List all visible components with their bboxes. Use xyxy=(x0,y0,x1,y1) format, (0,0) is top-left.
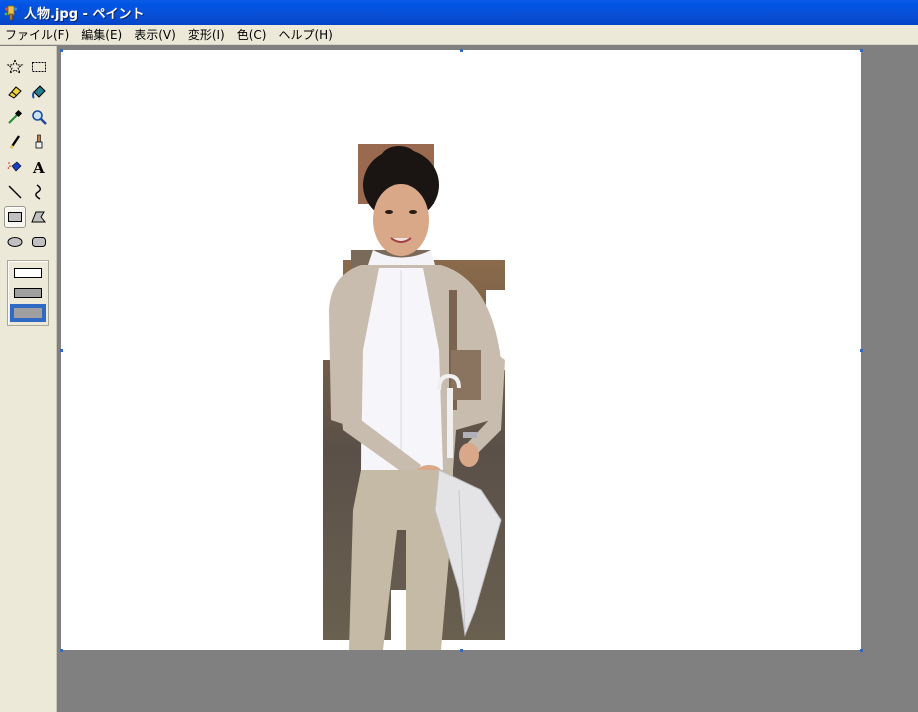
resize-handle-top-left[interactable] xyxy=(60,49,63,52)
ellipse-icon xyxy=(7,237,23,247)
rectangle-tool[interactable] xyxy=(4,206,26,228)
star-select-icon xyxy=(6,58,24,75)
canvas-workspace[interactable] xyxy=(57,46,918,712)
eyedropper-icon xyxy=(8,109,23,124)
line-icon xyxy=(8,185,22,199)
eraser-tool[interactable] xyxy=(4,81,26,103)
resize-handle-mid-left[interactable] xyxy=(60,349,63,352)
ellipse-tool[interactable] xyxy=(4,231,26,253)
resize-handle-bottom-left[interactable] xyxy=(60,649,63,652)
resize-handle-top-right[interactable] xyxy=(860,49,863,52)
title-bar[interactable]: 人物.jpg - ペイント xyxy=(0,0,918,25)
line-tool[interactable] xyxy=(4,181,26,203)
fill-style-outline-fill[interactable] xyxy=(10,284,46,302)
menu-help[interactable]: ヘルプ(H) xyxy=(272,26,338,43)
brush-tool[interactable] xyxy=(28,131,50,153)
menu-image[interactable]: 変形(I) xyxy=(182,26,231,43)
polygon-tool[interactable] xyxy=(28,206,50,228)
curve-icon xyxy=(35,184,41,200)
person-photo xyxy=(323,144,511,650)
resize-handle-bottom-mid[interactable] xyxy=(460,649,463,652)
airbrush-icon xyxy=(7,161,22,172)
paint-bucket-icon xyxy=(32,85,46,99)
drawing-canvas[interactable] xyxy=(61,50,861,650)
text-a-icon: A xyxy=(32,159,45,176)
magnifier-tool[interactable] xyxy=(28,106,50,128)
rounded-rect-icon xyxy=(32,237,46,247)
outline-fill-swatch-icon xyxy=(14,288,42,298)
fill-style-outline[interactable] xyxy=(10,264,46,282)
svg-text:A: A xyxy=(32,159,45,176)
rounded-rect-tool[interactable] xyxy=(28,231,50,253)
polygon-icon xyxy=(31,211,47,223)
menu-view[interactable]: 表示(V) xyxy=(128,26,182,43)
fill-swatch-icon xyxy=(14,308,42,318)
paint-app-icon[interactable] xyxy=(3,5,19,21)
resize-handle-mid-right[interactable] xyxy=(860,349,863,352)
brush-icon xyxy=(35,134,43,149)
free-form-select-tool[interactable] xyxy=(4,56,26,78)
pencil-tool[interactable] xyxy=(4,131,26,153)
menu-file[interactable]: ファイル(F) xyxy=(0,26,75,43)
curve-tool[interactable] xyxy=(28,181,50,203)
menu-edit[interactable]: 編集(E) xyxy=(75,26,128,43)
outline-swatch-icon xyxy=(14,268,42,278)
tool-box: A xyxy=(0,46,57,712)
fill-tool[interactable] xyxy=(28,81,50,103)
dashed-rect-icon xyxy=(32,62,46,72)
fill-style-options xyxy=(7,260,49,326)
pick-color-tool[interactable] xyxy=(4,106,26,128)
menu-colors[interactable]: 色(C) xyxy=(231,26,273,43)
rectangle-icon xyxy=(8,212,22,222)
rect-select-tool[interactable] xyxy=(28,56,50,78)
pencil-icon xyxy=(9,135,20,149)
airbrush-tool[interactable] xyxy=(4,156,26,178)
magnifier-icon xyxy=(32,110,47,125)
resize-handle-top-mid[interactable] xyxy=(460,49,463,52)
window-title: 人物.jpg - ペイント xyxy=(24,7,145,22)
eraser-icon xyxy=(8,86,22,99)
menu-bar: ファイル(F) 編集(E) 表示(V) 変形(I) 色(C) ヘルプ(H) xyxy=(0,25,918,45)
text-tool[interactable]: A xyxy=(28,156,50,178)
resize-handle-bottom-right[interactable] xyxy=(860,649,863,652)
fill-style-fill[interactable] xyxy=(10,304,46,322)
